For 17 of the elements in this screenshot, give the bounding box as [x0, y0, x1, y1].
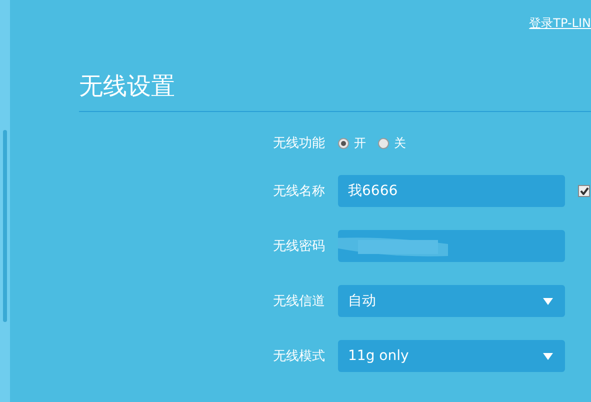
field-label: 无线密码 [272, 238, 325, 255]
select-field[interactable]: 11g only [338, 340, 565, 372]
password-field[interactable] [338, 230, 565, 262]
select-field[interactable]: 自动 [338, 285, 565, 317]
field-label: 无线模式 [272, 348, 325, 365]
caret-icon [543, 352, 553, 360]
login-link[interactable]: 登录TP-LIN [529, 15, 591, 44]
caret-icon [543, 298, 553, 304]
text-field[interactable]: 我6666 [338, 175, 565, 207]
radio-option[interactable]: 关 [378, 134, 406, 152]
page-title: 无线设置 [79, 70, 591, 112]
field-label: 无线功能 [272, 135, 325, 152]
field-label: 无线名称 [272, 183, 325, 200]
radio-option[interactable]: 开 [338, 134, 366, 152]
checkbox[interactable] [578, 185, 590, 197]
scrollbar-thumb[interactable] [3, 130, 7, 322]
field-label: 无线信道 [272, 293, 325, 310]
